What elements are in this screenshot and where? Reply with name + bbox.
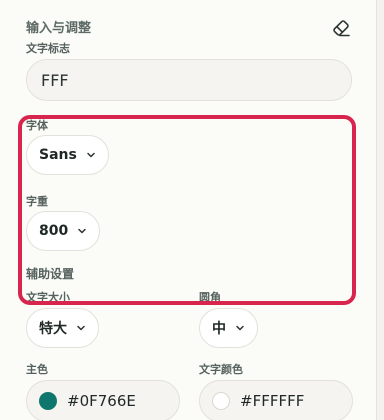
weight-select-value: 800 [39,223,69,239]
primary-color-label: 主色 [26,363,48,376]
weight-select[interactable]: 800 [26,211,101,251]
text-size-select-value: 特大 [39,321,67,337]
radius-select[interactable]: 中 [199,308,258,348]
primary-color-swatch [39,392,57,410]
text-size-label: 文字大小 [26,291,70,304]
primary-color-picker[interactable]: #0F766E [26,380,180,420]
text-color-label: 文字颜色 [199,363,243,376]
text-mark-input[interactable] [26,59,352,101]
text-size-select[interactable]: 特大 [26,308,99,348]
weight-label: 字重 [26,195,48,208]
text-mark-label: 文字标志 [26,42,70,55]
radius-label: 圆角 [199,291,221,304]
font-select[interactable]: Sans [26,135,109,175]
scrollbar-track[interactable] [377,0,384,420]
font-label: 字体 [26,119,48,132]
aux-settings-title: 辅助设置 [26,267,75,281]
section-title: 输入与调整 [26,21,92,36]
text-color-swatch [212,392,230,410]
font-select-value: Sans [39,147,77,163]
chevron-down-icon [78,228,86,234]
chevron-down-icon [87,152,95,158]
radius-select-value: 中 [212,321,226,337]
text-color-value: #FFFFFF [240,392,305,410]
primary-color-value: #0F766E [67,392,136,410]
text-color-picker[interactable]: #FFFFFF [199,380,353,420]
eraser-icon[interactable] [331,18,351,38]
chevron-down-icon [236,325,244,331]
chevron-down-icon [77,325,85,331]
